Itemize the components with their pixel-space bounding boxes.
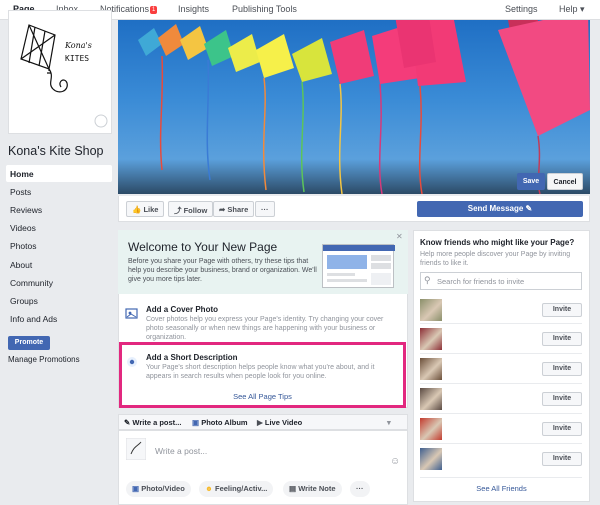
invite-button[interactable]: Invite [542, 303, 582, 317]
invite-button[interactable]: Invite [542, 422, 582, 436]
friend-avatar [420, 388, 442, 410]
divider [420, 477, 582, 478]
logo-text-konas: Kona's [64, 41, 92, 50]
follow-icon: ⤴ [174, 206, 182, 215]
share-label: Share [227, 205, 249, 214]
photo-album-icon: ▣ [192, 418, 200, 427]
friend-avatar [420, 418, 442, 440]
write-post-input[interactable]: Write a post... [155, 446, 207, 456]
feeling-activity-label: Feeling/Activ... [215, 484, 268, 493]
sidebar-item-community[interactable]: Community [6, 274, 112, 291]
friend-search-input[interactable]: Search for friends to invite [420, 272, 582, 290]
sidebar-item-reviews[interactable]: Reviews [6, 201, 112, 218]
nav-publishing-tools[interactable]: Publishing Tools [232, 4, 297, 14]
see-all-page-tips-link[interactable]: See All Page Tips [119, 392, 406, 401]
tips-description: Before you share your Page with others, … [128, 258, 317, 283]
sidebar-item-about[interactable]: About [6, 256, 112, 273]
tip-cover-photo-title[interactable]: Add a Cover Photo [146, 305, 218, 314]
note-icon: ▤ [289, 484, 297, 493]
cover-cancel-button[interactable]: Cancel [547, 173, 583, 190]
emoji-icon[interactable]: ☺ [390, 456, 400, 467]
smiley-icon: ☻ [205, 484, 213, 493]
more-actions-button[interactable]: ··· [255, 201, 275, 217]
pencil-icon: ✎ [525, 204, 533, 213]
logo-text-kites: KITES [65, 54, 89, 63]
cover-photo[interactable] [118, 20, 590, 194]
page-preview-illustration [322, 244, 395, 288]
tab-live-video[interactable]: ▶ Live Video [257, 418, 302, 427]
page-title: Kona's Kite Shop [8, 144, 104, 158]
invite-friends-title: Know friends who might like your Page? [420, 238, 575, 247]
sidebar-item-posts[interactable]: Posts [6, 183, 112, 200]
photo-icon: ▣ [132, 484, 140, 493]
sidebar-item-info-and-ads[interactable]: Info and Ads [6, 310, 112, 327]
video-camera-icon: ▶ [257, 418, 263, 427]
sidebar-item-groups[interactable]: Groups [6, 292, 112, 309]
tab-live-video-label: Live Video [264, 418, 303, 427]
invite-friends-subtitle: Help more people discover your Page by i… [420, 251, 571, 267]
invite-button[interactable]: Invite [542, 332, 582, 346]
pencil-icon: ✎ [124, 418, 131, 427]
photo-video-button[interactable]: ▣ Photo/Video [126, 481, 191, 497]
kites-photo [138, 20, 590, 194]
write-note-button[interactable]: ▤ Write Note [283, 481, 342, 497]
composer-options-icon[interactable]: ▾ [387, 418, 391, 427]
send-message-label: Send Message [467, 204, 524, 213]
tab-write-post[interactable]: ✎ Write a post... [124, 418, 181, 427]
friend-avatar [420, 328, 442, 350]
like-icon: 👍 [132, 205, 142, 214]
photo-video-label: Photo/Video [141, 484, 185, 493]
notification-badge: 1 [150, 6, 158, 14]
share-icon: ➦ [219, 205, 226, 214]
share-button[interactable]: ➦ Share [213, 201, 255, 217]
close-icon[interactable]: ✕ [396, 232, 403, 241]
kite-logo: Kona's KITES [20, 24, 108, 128]
divider [420, 443, 582, 444]
cover-photo-icon [125, 308, 138, 319]
tab-write-post-label: Write a post... [132, 418, 182, 427]
nav-help[interactable]: Help ▾ [559, 4, 585, 15]
write-note-label: Write Note [298, 484, 336, 493]
profile-avatar-icon [126, 438, 146, 460]
search-icon: ⚲ [424, 275, 431, 285]
invite-button[interactable]: Invite [542, 452, 582, 466]
feeling-activity-button[interactable]: ☻ Feeling/Activ... [199, 481, 274, 497]
sidebar-item-photos[interactable]: Photos [6, 237, 112, 254]
like-button[interactable]: 👍 Like [126, 201, 165, 217]
friend-avatar [420, 448, 442, 470]
composer-tabs: ✎ Write a post... ▣ Photo Album ▶ Live V… [118, 414, 408, 430]
divider [420, 413, 582, 414]
sidebar-item-videos[interactable]: Videos [6, 219, 112, 236]
profile-picture[interactable]: Kona's KITES [8, 10, 112, 134]
like-label: Like [143, 205, 159, 214]
friend-avatar [420, 358, 442, 380]
follow-button[interactable]: ⤴ Follow [168, 201, 214, 217]
manage-promotions-link[interactable]: Manage Promotions [8, 355, 80, 364]
divider [420, 323, 582, 324]
see-all-friends-link[interactable]: See All Friends [413, 484, 590, 493]
tip-cover-photo-body: Cover photos help you express your Page'… [146, 316, 384, 341]
nav-insights[interactable]: Insights [178, 4, 209, 14]
divider [420, 353, 582, 354]
tab-photo-album-label: Photo Album [201, 418, 248, 427]
promote-button[interactable]: Promote [8, 336, 50, 350]
nav-settings[interactable]: Settings [505, 4, 538, 14]
sidebar-item-home[interactable]: Home [6, 165, 112, 182]
cover-save-button[interactable]: Save [517, 173, 545, 190]
send-message-button[interactable]: Send Message ✎ [417, 201, 583, 217]
follow-label: Follow [183, 206, 208, 215]
friend-avatar [420, 299, 442, 321]
divider [420, 383, 582, 384]
tips-title: Welcome to Your New Page [128, 240, 278, 254]
invite-button[interactable]: Invite [542, 362, 582, 376]
invite-button[interactable]: Invite [542, 392, 582, 406]
more-composer-options-button[interactable]: ··· [350, 481, 370, 497]
tab-photo-album[interactable]: ▣ Photo Album [192, 418, 248, 427]
